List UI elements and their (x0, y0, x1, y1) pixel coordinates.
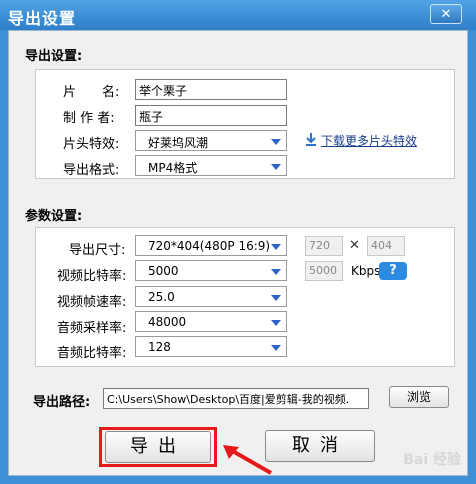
dialog-body: 导出设置: 片 名: 举个栗子 制 作 者: 瓶子 片头特效: 好莱坞风潮 下载… (8, 30, 468, 476)
custom-bitrate-input[interactable]: 5000 (305, 261, 343, 281)
window-title: 导出设置 (8, 9, 77, 28)
width-input[interactable]: 720 (305, 236, 343, 256)
audio-sample-value: 48000 (148, 315, 187, 329)
height-input[interactable]: 404 (367, 236, 405, 256)
download-icon[interactable] (305, 133, 317, 147)
dropdown-arrow-icon (271, 320, 281, 326)
intro-effect-label: 片头特效: (63, 137, 120, 152)
help-icon[interactable]: ? (379, 262, 407, 280)
intro-effect-select[interactable]: 好莱坞风潮 (135, 130, 287, 151)
intro-effect-value: 好莱坞风潮 (148, 136, 209, 150)
audio-sample-select[interactable]: 48000 (135, 311, 287, 332)
audio-sample-label: 音频采样率: (57, 321, 127, 336)
fps-select[interactable]: 25.0 (135, 286, 287, 307)
author-input[interactable]: 瓶子 (135, 105, 287, 126)
video-bitrate-select[interactable]: 5000 (135, 260, 287, 281)
export-path-input[interactable]: C:\Users\Show\Desktop\百度|爱剪辑-我的视频. (103, 388, 369, 409)
kbps-label: Kbps (351, 264, 381, 278)
browse-button[interactable]: 浏览 (389, 386, 449, 408)
fps-value: 25.0 (148, 290, 175, 304)
export-path-label: 导出路径: (33, 395, 91, 410)
watermark: Bai 经验 (403, 452, 461, 468)
export-button[interactable]: 导出 (105, 431, 211, 463)
format-select[interactable]: MP4格式 (135, 155, 287, 176)
param-settings-heading: 参数设置: (25, 209, 83, 224)
cancel-button[interactable]: 取消 (265, 430, 375, 462)
size-label: 导出尺寸: (69, 243, 126, 258)
dropdown-arrow-icon (271, 244, 281, 250)
video-bitrate-label: 视频比特率: (57, 269, 127, 284)
size-value: 720*404(480P 16:9) (148, 239, 271, 253)
title-bar[interactable]: 导出设置 ✕ (0, 0, 476, 30)
download-more-effects-link[interactable]: 下载更多片头特效 (321, 132, 417, 149)
audio-bitrate-select[interactable]: 128 (135, 336, 287, 357)
dropdown-arrow-icon (271, 139, 281, 145)
format-value: MP4格式 (148, 161, 198, 175)
video-bitrate-value: 5000 (148, 264, 179, 278)
audio-bitrate-value: 128 (148, 340, 171, 354)
pointer-arrow-icon (223, 445, 272, 475)
format-label: 导出格式: (63, 163, 120, 178)
export-settings-heading: 导出设置: (25, 49, 83, 64)
fps-label: 视频帧速率: (57, 295, 127, 310)
close-button[interactable]: ✕ (430, 4, 462, 24)
title-label: 片 名: (63, 85, 120, 100)
dropdown-arrow-icon (271, 269, 281, 275)
audio-bitrate-label: 音频比特率: (57, 346, 127, 361)
export-settings-dialog: 导出设置 ✕ 导出设置: 片 名: 举个栗子 制 作 者: 瓶子 片头特效: 好… (0, 0, 476, 484)
title-input[interactable]: 举个栗子 (135, 79, 287, 100)
dropdown-arrow-icon (271, 164, 281, 170)
dropdown-arrow-icon (271, 295, 281, 301)
size-select[interactable]: 720*404(480P 16:9) (135, 235, 287, 256)
author-label: 制 作 者: (63, 111, 115, 126)
dropdown-arrow-icon (271, 345, 281, 351)
multiply-icon: ✕ (349, 238, 360, 253)
